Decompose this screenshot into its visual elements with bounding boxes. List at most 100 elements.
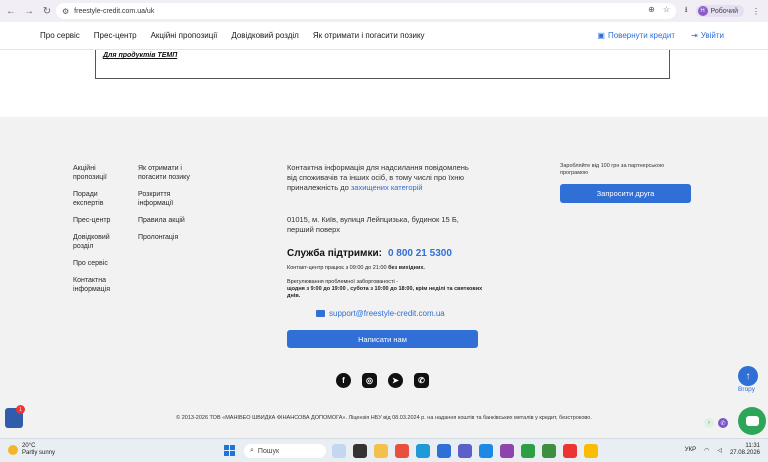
widgets-icon[interactable] <box>332 444 346 458</box>
date: 27.08.2026 <box>729 450 760 456</box>
language-indicator[interactable]: УКР <box>685 447 696 453</box>
url-text: freestyle-credit.com.ua/uk <box>74 7 155 15</box>
email-link[interactable]: support@freestyle-credit.com.ua <box>316 309 445 318</box>
temp-products-link[interactable]: Для продуктів ТЕМП <box>103 52 177 59</box>
footer-link[interactable]: Розкриття інформації <box>138 190 200 208</box>
weather-text: Partly sunny <box>22 450 56 456</box>
complaint-main: Врегулювання проблемної заборгованості - <box>287 279 399 285</box>
footer-link[interactable]: Прес-центр <box>73 216 128 225</box>
back-icon[interactable]: ← <box>4 4 18 18</box>
taskbar: 20°C Partly sunny ⌕ Пошук УКР ◠ ◁ 11:31 … <box>0 438 768 462</box>
support-label: Служба підтримки: <box>287 248 382 259</box>
document-box: Для продуктів ТЕМП <box>95 50 670 79</box>
footer-col-1: Акційні пропозиції Поради експертів Прес… <box>73 164 128 302</box>
taskbar-apps <box>332 444 598 458</box>
clock[interactable]: 11:31 27.08.2026 <box>730 443 760 457</box>
nav-how-to[interactable]: Як отримати і погасити позику <box>313 31 425 40</box>
support-phone[interactable]: 0 800 21 5300 <box>388 248 452 259</box>
nav-promos[interactable]: Акційні пропозиції <box>151 31 218 40</box>
site-info-icon[interactable]: ⚙ <box>62 7 69 16</box>
avatar: Н <box>697 6 708 16</box>
wifi-icon[interactable]: ◠ <box>704 447 709 454</box>
nav-about[interactable]: Про сервіс <box>40 31 80 40</box>
hours-main: Контакт-центр працює з 09:00 до 21:00 <box>287 265 387 271</box>
complaint-text: Врегулювання проблемної заборгованості -… <box>287 279 487 300</box>
footer-link[interactable]: Поради експертів <box>73 190 128 208</box>
reload-icon[interactable]: ↻ <box>40 4 54 18</box>
task-view-icon[interactable] <box>353 444 367 458</box>
email-text: support@freestyle-credit.com.ua <box>329 309 445 318</box>
footer-link[interactable]: Про сервіс <box>73 259 128 268</box>
app-icon[interactable] <box>437 444 451 458</box>
site-header: Про сервіс Прес-центр Акційні пропозиції… <box>0 22 768 50</box>
protected-categories-link[interactable]: захищених категорій <box>351 183 423 192</box>
contact-info: Контактна інформація для надсилання пові… <box>287 163 477 193</box>
footer-link[interactable]: Як отримати і погасити позику <box>138 164 200 182</box>
menu-icon[interactable]: ⋮ <box>752 7 760 16</box>
login-link[interactable]: ⇥ Увійти <box>691 31 724 40</box>
footer-link[interactable]: Акційні пропозиції <box>73 164 128 182</box>
forward-icon[interactable]: → <box>22 4 36 18</box>
edge-icon[interactable] <box>416 444 430 458</box>
system-tray: УКР ◠ ◁ 11:31 27.08.2026 <box>685 443 760 457</box>
taskbar-search[interactable]: ⌕ Пошук <box>244 444 326 458</box>
app-icon[interactable] <box>584 444 598 458</box>
complaint-bold: щодня з 9:00 до 19:00 , суботa з 10:00 д… <box>287 286 483 299</box>
torrent-icon[interactable] <box>521 444 535 458</box>
address: 01015, м. Київ, вулиця Лейпцизька, будин… <box>287 215 459 234</box>
login-label: Увійти <box>700 31 724 40</box>
social-links: f ◎ ➤ ✆ <box>336 373 429 388</box>
footer-col-2: Як отримати і погасити позику Розкриття … <box>138 164 200 250</box>
hours-text: Контакт-центр працює з 09:00 до 21:00 бе… <box>287 265 487 272</box>
footer-link[interactable]: Пролонгація <box>138 233 200 242</box>
app-icon[interactable] <box>542 444 556 458</box>
chat-button[interactable] <box>738 407 766 435</box>
write-us-button[interactable]: Написати нам <box>287 330 478 348</box>
app-icon[interactable] <box>500 444 514 458</box>
weather-widget[interactable]: 20°C Partly sunny <box>8 443 55 457</box>
temperature: 20°C <box>22 443 36 449</box>
notification-badge: 1 <box>16 405 25 414</box>
search-label: Пошук <box>257 447 280 455</box>
hours-bold: без вихідних. <box>388 265 425 271</box>
invite-friend-button[interactable]: Запросити друга <box>560 184 691 203</box>
sun-icon <box>8 445 18 455</box>
footer-link[interactable]: Довідковий розділ <box>73 233 128 251</box>
file-explorer-icon[interactable] <box>374 444 388 458</box>
telegram-icon[interactable]: ➤ <box>388 373 403 388</box>
windows-start-icon[interactable] <box>224 445 235 456</box>
footer-link[interactable]: Правила акцій <box>138 216 200 225</box>
search-icon: ⌕ <box>250 447 254 454</box>
address-bar[interactable]: ⚙ freestyle-credit.com.ua/uk ⊕ ☆ <box>56 3 676 19</box>
chrome-icon[interactable] <box>563 444 577 458</box>
main-nav: Про сервіс Прес-центр Акційні пропозиції… <box>40 31 425 40</box>
support-row: Служба підтримки: 0 800 21 5300 <box>287 248 452 259</box>
copyright: © 2013-2026 ТОВ «МАНІВЕО ШВИДКА ФІНАНСОВ… <box>176 415 592 421</box>
zoom-icon[interactable]: ⊕ <box>648 5 655 14</box>
card-icon: ▣ <box>597 31 605 40</box>
return-credit-label: Повернути кредит <box>607 31 676 40</box>
app-icon[interactable] <box>395 444 409 458</box>
profile-name: Робочий <box>710 7 738 15</box>
viber-icon[interactable]: ✆ <box>414 373 429 388</box>
volume-icon[interactable]: ◁ <box>717 447 722 454</box>
nav-press[interactable]: Прес-центр <box>94 31 137 40</box>
instagram-icon[interactable]: ◎ <box>362 373 377 388</box>
nav-help[interactable]: Довідковий розділ <box>231 31 299 40</box>
profile-button[interactable]: Н Робочий <box>695 5 744 17</box>
scroll-up-button[interactable]: ↑ <box>738 366 758 386</box>
footer-link[interactable]: Контактна інформація <box>73 276 128 294</box>
browser-toolbar: ← → ↻ ⚙ freestyle-credit.com.ua/uk ⊕ ☆ ⭳… <box>0 0 768 22</box>
scroll-up-label[interactable]: Вгору <box>738 386 755 393</box>
app-icon[interactable] <box>479 444 493 458</box>
time: 11:31 <box>745 443 760 449</box>
partner-text: Заробляйте від 100 грн за партнерською п… <box>560 163 664 176</box>
login-icon: ⇥ <box>691 31 698 40</box>
footer: Акційні пропозиції Поради експертів Прес… <box>0 117 768 438</box>
envelope-icon <box>316 310 325 317</box>
bookmark-star-icon[interactable]: ☆ <box>663 5 670 14</box>
facebook-icon[interactable]: f <box>336 373 351 388</box>
teams-icon[interactable] <box>458 444 472 458</box>
return-credit-link[interactable]: ▣ Повернути кредит <box>597 31 675 40</box>
download-icon[interactable]: ⭳ <box>685 4 688 18</box>
